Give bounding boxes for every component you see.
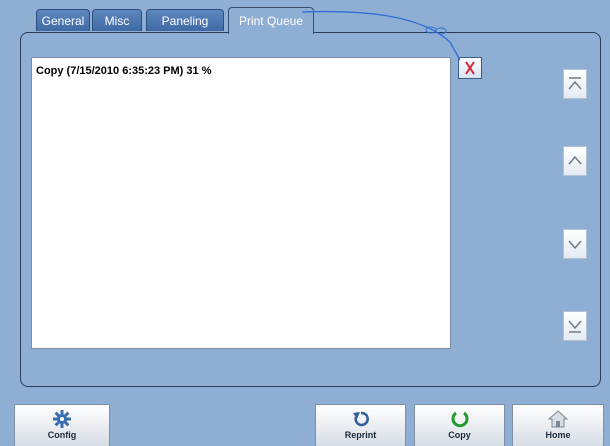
copy-label: Copy [448,430,471,440]
scroll-top-icon [564,70,586,98]
copy-icon [415,409,504,429]
copy-button[interactable]: Copy [414,404,505,446]
home-button[interactable]: Home [512,404,604,446]
tab-general[interactable]: General [36,9,90,31]
print-queue-panel: Copy (7/15/2010 6:35:23 PM) 31 % [20,32,601,387]
print-queue-list[interactable]: Copy (7/15/2010 6:35:23 PM) 31 % [31,57,451,349]
scroll-down-icon [564,230,586,258]
tab-paneling[interactable]: Paneling [146,9,224,31]
delete-job-button[interactable] [458,57,482,79]
scroll-up-button[interactable] [563,146,587,176]
queue-item[interactable]: Copy (7/15/2010 6:35:23 PM) 31 % [32,58,450,77]
scroll-down-button[interactable] [563,229,587,259]
bottom-toolbar: Config Reprint Copy Home [0,398,610,446]
tab-misc[interactable]: Misc [92,9,142,31]
scroll-bottom-icon [564,312,586,340]
home-label: Home [545,430,571,440]
delete-x-icon [459,58,481,78]
home-icon [513,409,603,429]
reprint-label: Reprint [344,430,377,440]
gear-icon [15,409,109,429]
scroll-bottom-button[interactable] [563,311,587,341]
scroll-up-icon [564,147,586,175]
config-label: Config [47,430,77,440]
reprint-icon [316,409,405,429]
reprint-button[interactable]: Reprint [315,404,406,446]
scroll-top-button[interactable] [563,69,587,99]
config-button[interactable]: Config [14,404,110,446]
tab-print-queue[interactable]: Print Queue [228,7,314,34]
